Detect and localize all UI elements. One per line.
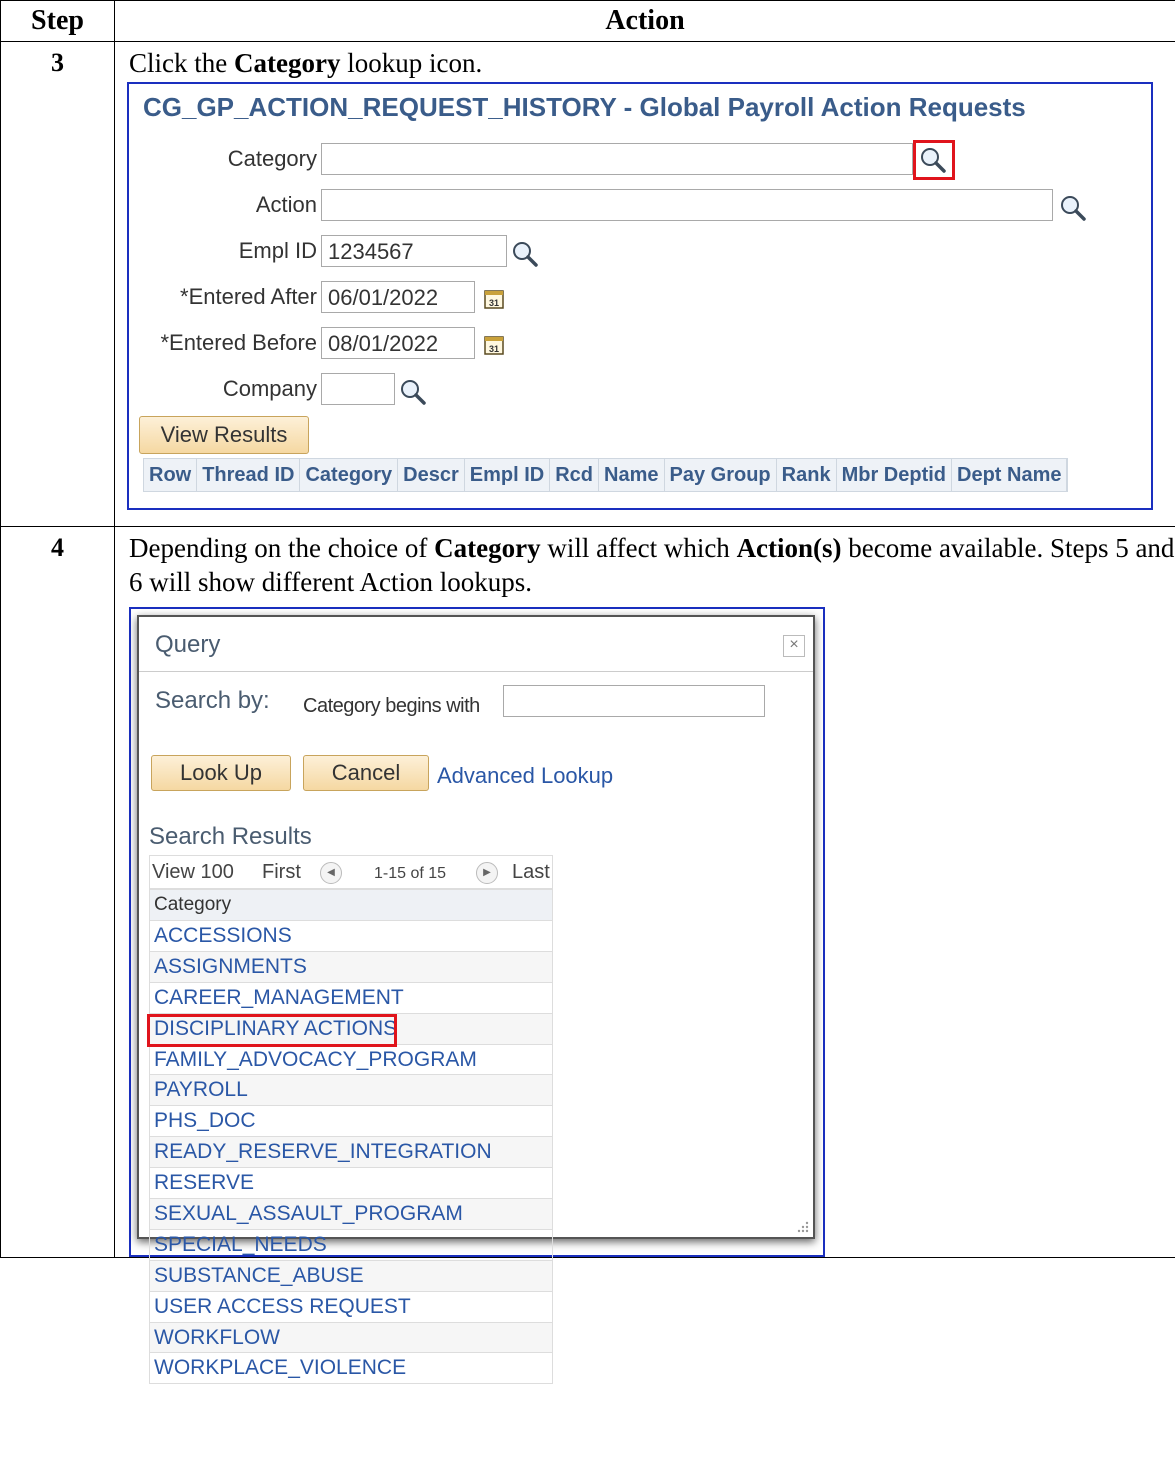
step-row-4: 4 Depending on the choice of Category wi… (0, 526, 1175, 1385)
step-instruction: Click the Category lookup icon. (129, 46, 1175, 80)
result-row-link[interactable]: SPECIAL_NEEDS (149, 1229, 553, 1261)
entered-before-label: *Entered Before (160, 330, 317, 355)
instruction-text: Click the (129, 48, 234, 78)
resize-grip-icon[interactable] (795, 1219, 809, 1233)
next-icon[interactable]: ▶ (476, 862, 498, 884)
svg-text:31: 31 (489, 344, 499, 354)
grid-column-header[interactable]: Dept Name (952, 459, 1068, 491)
first-link[interactable]: First (262, 861, 301, 884)
search-by-label: Search by: (155, 687, 270, 714)
category-label: Category (227, 146, 317, 171)
instruction-bold: Category (233, 48, 341, 78)
calendar-icon[interactable]: 31 (483, 334, 505, 356)
close-icon[interactable]: × (783, 635, 805, 657)
results-list: ACCESSIONS ASSIGNMENTS CAREER_MANAGEMENT DI… (149, 921, 553, 1385)
category-column-header[interactable]: Category (149, 889, 553, 921)
company-label: Company (222, 376, 317, 401)
search-results-heading: Search Results (149, 823, 312, 850)
result-row-link[interactable]: USER ACCESS REQUEST (149, 1291, 553, 1323)
action-lookup-icon[interactable] (1059, 194, 1087, 222)
divider (139, 671, 813, 672)
result-row-link[interactable]: ACCESSIONS (149, 921, 553, 952)
view-100-link[interactable]: View 100 (152, 861, 234, 884)
result-row-link[interactable]: PAYROLL (149, 1075, 553, 1107)
category-search-input[interactable] (503, 685, 765, 717)
result-row-link[interactable]: CAREER_MANAGEMENT (149, 982, 553, 1014)
action-column-header: Action (114, 0, 1175, 42)
company-lookup-icon[interactable] (399, 378, 427, 406)
result-row-link[interactable]: WORKPLACE_VIOLENCE (149, 1353, 553, 1385)
result-row-link[interactable]: FAMILY_ADVOCACY_PROGRAM (149, 1044, 553, 1076)
emplid-lookup-icon[interactable] (511, 240, 539, 268)
procedure-table: Step Action 3 Click the Category lookup … (0, 0, 1175, 1385)
step-action-cell: Depending on the choice of Category will… (114, 526, 1175, 1385)
previous-icon[interactable]: ◀ (320, 862, 342, 884)
results-grid-header: Row Thread ID Category Descr Empl ID Rcd Name P… (143, 458, 1069, 492)
instruction-text: Depending on the choice of (129, 533, 435, 563)
last-link[interactable]: Last (512, 861, 550, 884)
results-navigation: View 100 First ◀ 1-15 of 15 ▶ Last (149, 855, 553, 889)
svg-text:31: 31 (489, 298, 499, 308)
instruction-text: lookup icon. (340, 48, 483, 78)
grid-column-header[interactable]: Rcd (550, 459, 600, 491)
table-header-row: Step Action (0, 0, 1175, 42)
instruction-bold: Category (434, 533, 541, 563)
query-modal: Query × Search by: Category begins with … (137, 615, 815, 1385)
step-column-header: Step (0, 0, 115, 42)
grid-column-header[interactable]: Thread ID (197, 459, 301, 491)
grid-column-header[interactable]: Row (144, 459, 198, 491)
result-row-link[interactable]: SUBSTANCE_ABUSE (149, 1260, 553, 1292)
step-action-cell: Click the Category lookup icon. CG_GP_AC… (114, 41, 1175, 527)
grid-column-header[interactable]: Category (300, 459, 399, 491)
highlight-box (913, 140, 955, 180)
cancel-button[interactable]: Cancel (303, 755, 429, 791)
grid-column-header[interactable]: Pay Group (665, 459, 777, 491)
query-modal-screenshot: Query × Search by: Category begins with … (129, 607, 825, 1385)
result-row-link[interactable]: PHS_DOC (149, 1106, 553, 1138)
page-range: 1-15 of 15 (374, 865, 447, 882)
entered-after-label: *Entered After (180, 284, 317, 309)
instruction-bold: Action(s) (736, 533, 842, 563)
search-field-label: Category begins with (303, 695, 480, 717)
grid-column-header[interactable]: Descr (398, 459, 465, 491)
entered-after-input[interactable]: 06/01/2022 (321, 281, 475, 313)
grid-column-header[interactable]: Name (599, 459, 665, 491)
entered-before-input[interactable]: 08/01/2022 (321, 327, 475, 359)
company-input[interactable] (321, 373, 395, 405)
emplid-input[interactable]: 1234567 (321, 235, 507, 267)
page-title: CG_GP_ACTION_REQUEST_HISTORY - Global Pa… (143, 92, 1026, 122)
action-label: Action (255, 192, 317, 217)
action-input[interactable] (321, 189, 1053, 221)
grid-column-header[interactable]: Rank (777, 459, 837, 491)
view-results-button[interactable]: View Results (139, 416, 309, 454)
calendar-icon[interactable]: 31 (483, 288, 505, 310)
step-instruction: Depending on the choice of Category will… (129, 531, 1175, 599)
result-row-link[interactable]: ASSIGNMENTS (149, 951, 553, 983)
step-number: 3 (0, 41, 115, 527)
category-input[interactable] (321, 143, 913, 175)
result-row-link[interactable]: RESERVE (149, 1168, 553, 1200)
instruction-text: will affect which (540, 533, 737, 563)
result-row-link[interactable]: WORKFLOW (149, 1322, 553, 1354)
step-number: 4 (0, 526, 115, 1258)
result-row-link[interactable]: SEXUAL_ASSAULT_PROGRAM (149, 1199, 553, 1230)
grid-column-header[interactable]: Empl ID (465, 459, 551, 491)
grid-column-header[interactable]: Mbr Deptid (837, 459, 952, 491)
emplid-label: Empl ID (238, 238, 317, 263)
look-up-button[interactable]: Look Up (151, 755, 291, 791)
advanced-lookup-link[interactable]: Advanced Lookup (437, 763, 613, 789)
modal-title: Query (155, 631, 221, 658)
step-row-3: 3 Click the Category lookup icon. CG_GP_… (0, 41, 1175, 527)
highlight-box (147, 1014, 397, 1047)
search-page-screenshot: CG_GP_ACTION_REQUEST_HISTORY - Global Pa… (127, 82, 1153, 510)
result-row-link[interactable]: READY_RESERVE_INTEGRATION (149, 1137, 553, 1169)
